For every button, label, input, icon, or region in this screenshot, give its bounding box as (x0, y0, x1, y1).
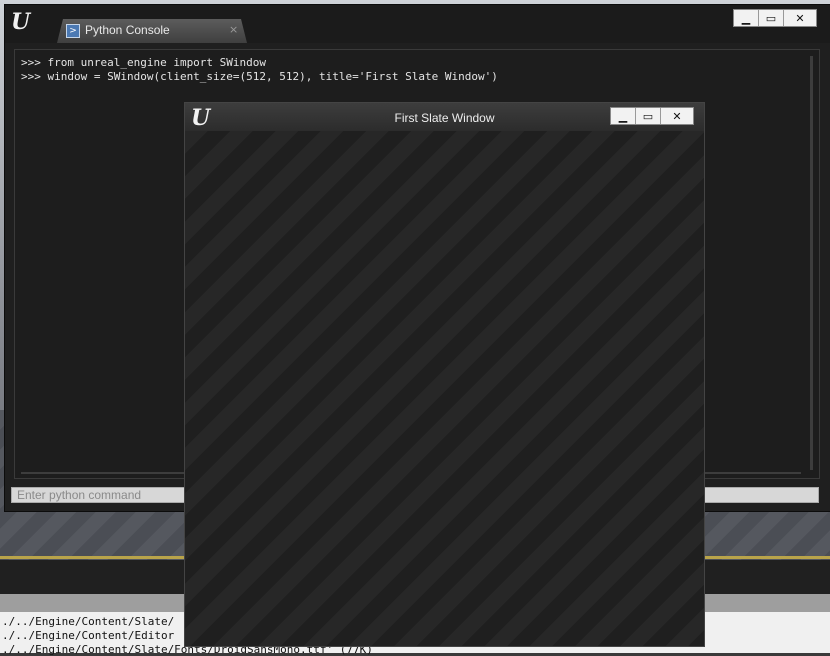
tab-label: Python Console (85, 23, 170, 37)
maximize-button[interactable]: ▭ (636, 108, 661, 124)
close-button[interactable]: ✕ (661, 108, 693, 124)
tab-python-console[interactable]: > Python Console × (57, 19, 247, 43)
console-window-controls: ▁ ▭ ✕ (733, 9, 817, 27)
unreal-logo-icon: U (11, 9, 31, 35)
minimize-button[interactable]: ▁ (611, 108, 636, 124)
python-console-icon: > (66, 24, 80, 38)
log-line: ./../Engine/Content/Editor (2, 629, 175, 642)
slate-window-client-area (185, 131, 704, 646)
tab-close-icon[interactable]: × (229, 23, 238, 36)
console-output-line: >>> window = SWindow(client_size=(512, 5… (21, 70, 498, 83)
maximize-button[interactable]: ▭ (759, 10, 784, 26)
close-button[interactable]: ✕ (784, 10, 816, 26)
vertical-scrollbar[interactable] (810, 56, 813, 470)
console-output-line: >>> from unreal_engine import SWindow (21, 56, 267, 69)
minimize-button[interactable]: ▁ (734, 10, 759, 26)
slate-window: U First Slate Window ▁ ▭ ✕ (184, 102, 705, 647)
slate-titlebar[interactable]: U First Slate Window ▁ ▭ ✕ (185, 103, 704, 131)
log-line: ./../Engine/Content/Slate/ (2, 615, 175, 628)
slate-window-controls: ▁ ▭ ✕ (610, 107, 694, 125)
console-titlebar[interactable]: U > Python Console × ▁ ▭ ✕ (5, 5, 830, 43)
